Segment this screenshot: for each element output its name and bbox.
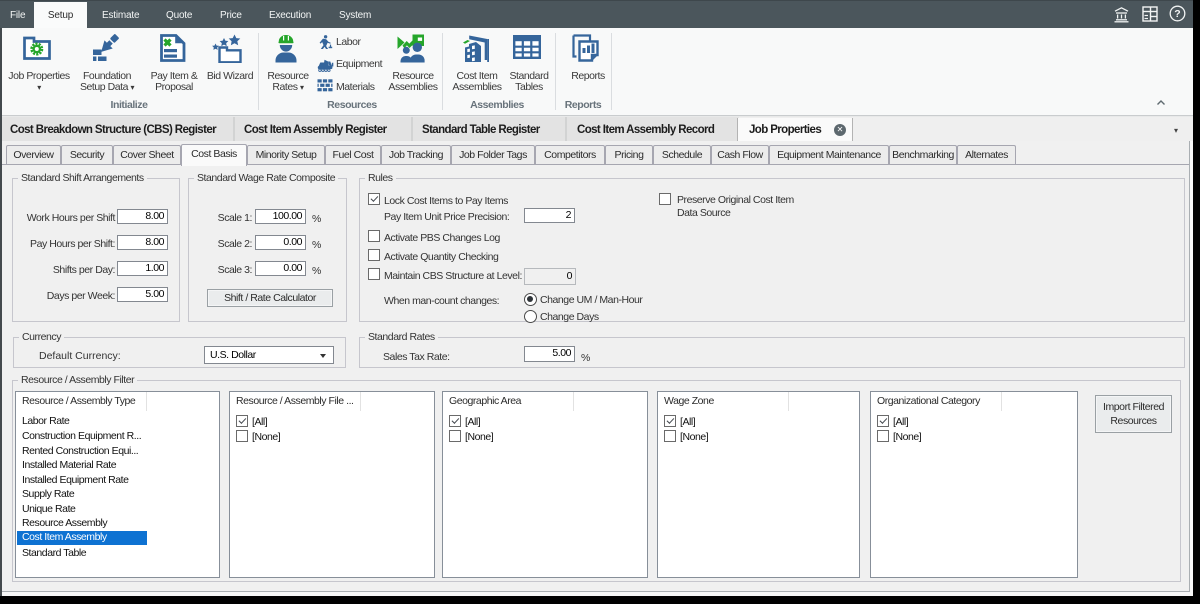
svg-text:?: ? (1174, 8, 1180, 20)
